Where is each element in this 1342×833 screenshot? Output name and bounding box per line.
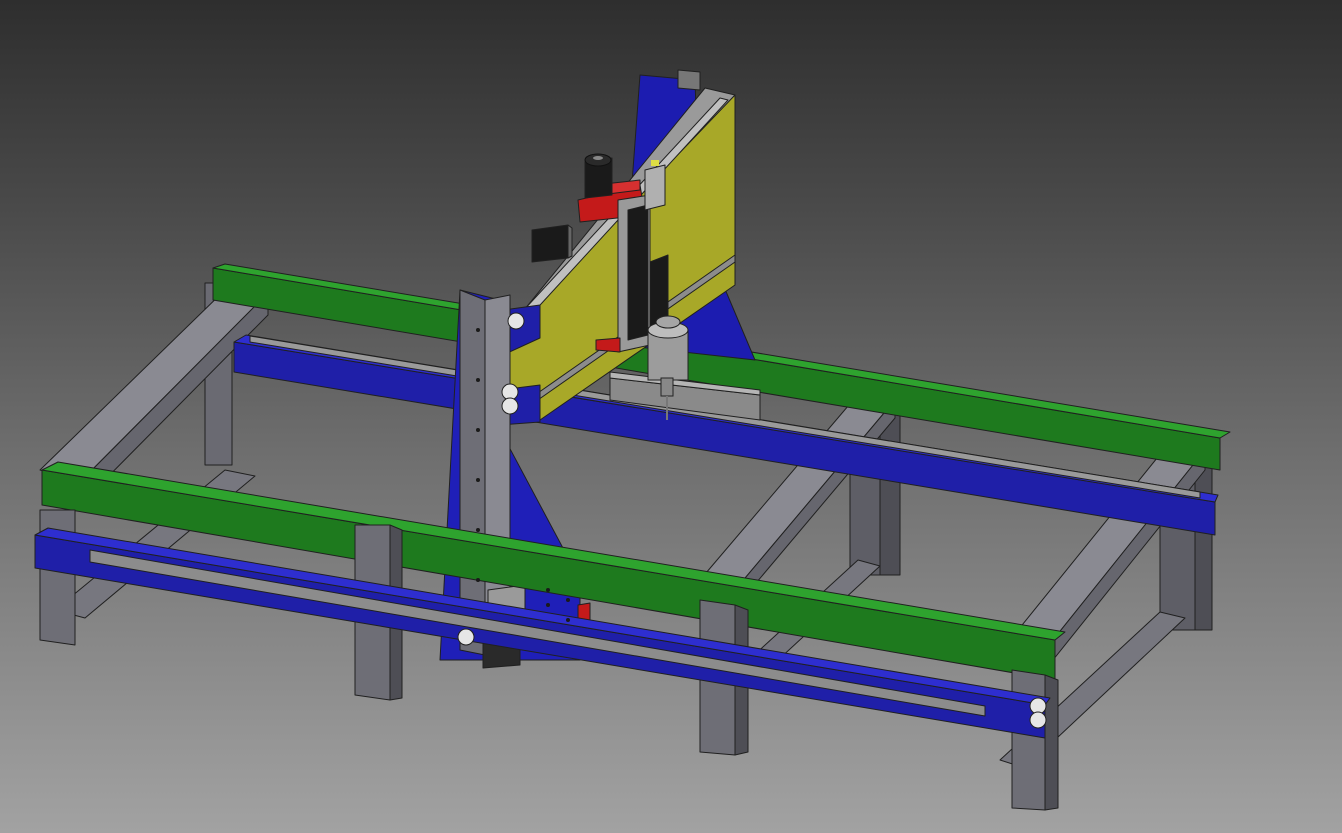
cad-viewport[interactable] [0,0,1342,833]
frame-leg [1044,674,1059,811]
bearing [457,628,475,646]
bearing [1029,711,1047,729]
bearing [507,312,525,330]
stepper-motor-y [584,153,613,199]
bearing [501,397,519,415]
stepper-motor-x [531,224,573,263]
cnc-router-model [34,69,1231,811]
frame-leg [1011,669,1046,811]
frame-side-beam [39,284,269,483]
